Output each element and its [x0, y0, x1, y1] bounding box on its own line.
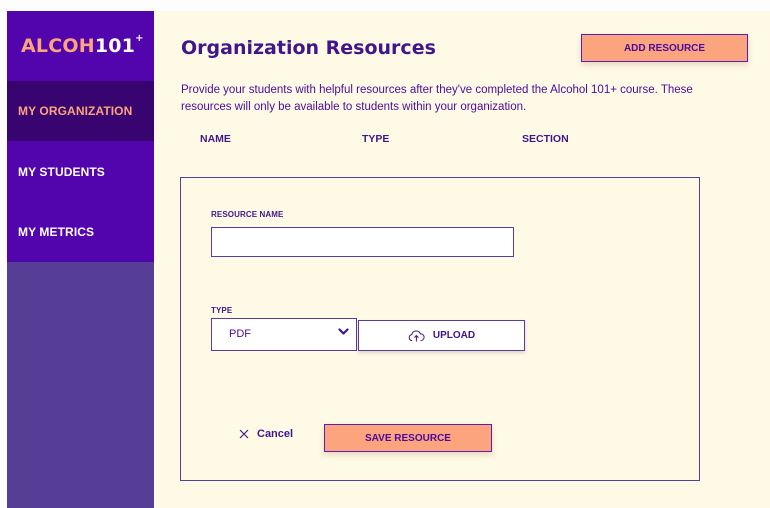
sidebar-item-my-students[interactable]: MY STUDENTS [7, 141, 154, 202]
type-select-value: PDF [229, 328, 251, 340]
sidebar: ALCOH101+ MY ORGANIZATION MY STUDENTS MY… [7, 11, 154, 508]
add-resource-button[interactable]: ADD RESOURCE [581, 34, 748, 62]
page-title: Organization Resources [181, 37, 436, 59]
type-select[interactable]: PDF [211, 318, 357, 351]
logo-number: 101 [94, 35, 136, 57]
upload-button[interactable]: UPLOAD [358, 320, 525, 351]
add-resource-form: RESOURCE NAME TYPE PDF UPLOAD Cancel SAV… [180, 177, 700, 481]
main-content: Organization Resources ADD RESOURCE Prov… [154, 11, 770, 508]
sidebar-item-my-metrics[interactable]: MY METRICS [7, 202, 154, 262]
close-icon [239, 429, 249, 439]
logo-main: ALCOH [21, 35, 95, 57]
logo[interactable]: ALCOH101+ [7, 11, 154, 81]
logo-text: ALCOH101+ [21, 33, 144, 57]
column-header-name: NAME [200, 133, 231, 145]
type-label: TYPE [211, 306, 233, 315]
sidebar-nav: MY ORGANIZATION MY STUDENTS MY METRICS [7, 81, 154, 262]
logo-plus: + [135, 33, 144, 44]
resource-name-input[interactable] [211, 227, 514, 257]
cloud-upload-icon [408, 330, 425, 341]
column-header-section: SECTION [522, 133, 569, 145]
page-description: Provide your students with helpful resou… [181, 84, 693, 113]
column-header-type: TYPE [362, 133, 390, 145]
cancel-label: Cancel [257, 428, 294, 440]
resource-name-label: RESOURCE NAME [211, 210, 284, 219]
chevron-down-icon [338, 328, 349, 335]
cancel-button[interactable]: Cancel [239, 428, 293, 440]
save-resource-button[interactable]: SAVE RESOURCE [324, 424, 492, 452]
sidebar-item-my-organization[interactable]: MY ORGANIZATION [7, 81, 154, 141]
upload-label: UPLOAD [432, 330, 476, 341]
